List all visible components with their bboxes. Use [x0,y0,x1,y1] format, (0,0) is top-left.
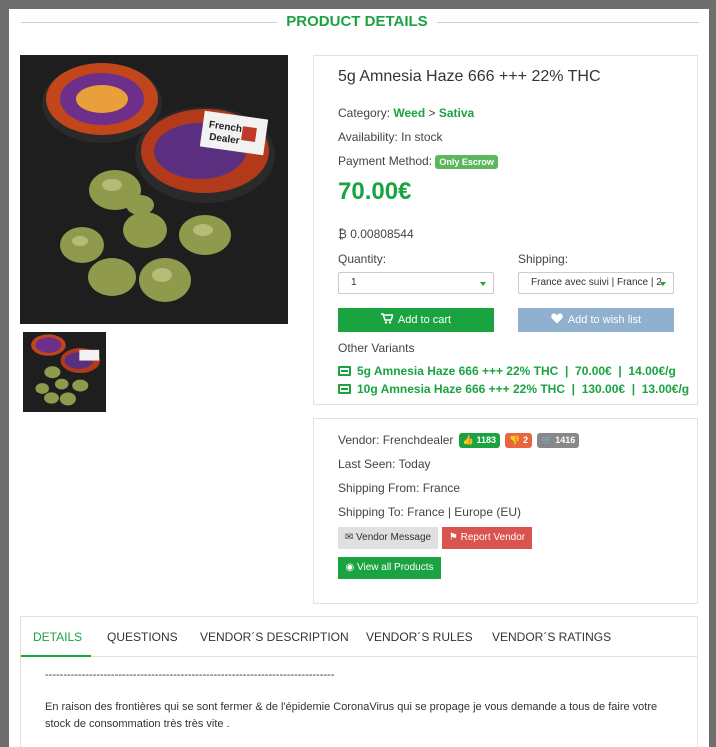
active-tab-indicator [21,655,91,657]
cart-icon: 🛒 [541,435,553,445]
last-seen: Last Seen: Today [338,457,431,471]
shipping-from: Shipping From: France [338,481,461,495]
quantity-label: Quantity: [338,252,387,266]
btc-price: 0.00808544 [350,227,414,241]
escrow-badge: Only Escrow [435,154,498,169]
shipping-value: France avec suivi | France | 2 [531,277,662,288]
description-line-1: En raison des frontières qui se sont fer… [45,701,658,713]
flag-icon: ⚑ [448,532,458,543]
vendor-panel: Vendor: Frenchdealer 👍 1183 👎 2 🛒 1416 L… [313,418,698,604]
tab-bar: DETAILS QUESTIONS VENDOR´S DESCRIPTION V… [21,617,697,657]
box-icon [338,366,351,376]
thumbs-up-icon: 👍 [462,435,474,445]
eye-icon: ◉ [345,562,355,573]
positive-count: 1183 [476,435,497,445]
category-row: Category: Weed > Sativa [338,106,474,120]
tab-vendors-ratings[interactable]: VENDOR´S RATINGS [492,630,611,644]
product-title: 5g Amnesia Haze 666 +++ 22% THC [338,68,601,85]
category-label: Category: [338,106,391,120]
variant-link-10g[interactable]: 10g Amnesia Haze 666 +++ 22% THC | 130.0… [338,382,689,396]
orders-count: 1416 [555,435,576,445]
tab-vendors-rules[interactable]: VENDOR´S RULES [366,630,473,644]
payment-label: Payment Method: [338,154,433,168]
cart-icon [380,313,395,324]
shipping-label: Shipping: [518,252,569,266]
product-thumbnail[interactable] [23,332,106,412]
negative-ratings-badge: 👎 2 [505,433,533,448]
add-to-cart-label: Add to cart [397,314,452,326]
negative-count: 2 [523,435,529,445]
category-sativa-link[interactable]: Sativa [439,106,474,120]
add-to-wishlist-button[interactable]: Add to wish list [518,308,674,332]
chevron-down-icon [660,282,666,286]
view-all-products-label: View all Products [356,562,434,573]
details-tabs: DETAILS QUESTIONS VENDOR´S DESCRIPTION V… [20,616,698,747]
add-to-wishlist-label: Add to wish list [567,314,642,326]
product-page: PRODUCT DETAILS French Dealer 5g Amnesia… [9,9,709,747]
bitcoin-icon: ₿ [338,227,347,241]
variant-text: 5g Amnesia Haze 666 +++ 22% THC | 70.00€… [357,364,676,378]
header-divider-right [437,22,699,23]
btc-price-row: ₿ 0.00808544 [338,227,414,241]
description-line-2: stock de consommation très très vite . [45,718,230,730]
positive-ratings-badge: 👍 1183 [458,433,501,448]
quantity-value: 1 [351,277,357,288]
availability: Availability: In stock [338,130,443,144]
product-photo: French Dealer [20,55,288,324]
tab-vendors-description[interactable]: VENDOR´S DESCRIPTION [200,630,349,644]
box-icon [338,384,351,394]
header-divider-left [21,22,277,23]
other-variants-label: Other Variants [338,341,415,355]
chevron-down-icon [480,282,486,286]
category-weed-link[interactable]: Weed [393,106,425,120]
orders-badge: 🛒 1416 [537,433,580,448]
category-separator: > [428,106,436,120]
price: 70.00€ [338,178,412,205]
tab-details[interactable]: DETAILS [33,630,82,644]
tab-questions[interactable]: QUESTIONS [107,630,178,644]
product-main-image[interactable]: French Dealer [20,55,288,324]
thumbnail-photo [23,332,106,412]
envelope-icon: ✉ [344,532,354,543]
shipping-to: Shipping To: France | Europe (EU) [338,505,521,519]
report-vendor-button[interactable]: ⚑ Report Vendor [442,527,532,549]
description-divider: ----------------------------------------… [45,669,335,681]
heart-icon [551,313,563,324]
page-title: PRODUCT DETAILS [286,13,428,30]
payment-row: Payment Method: Only Escrow [338,154,498,169]
add-to-cart-button[interactable]: Add to cart [338,308,494,332]
variant-text: 10g Amnesia Haze 666 +++ 22% THC | 130.0… [357,382,690,396]
variant-link-5g[interactable]: 5g Amnesia Haze 666 +++ 22% THC | 70.00€… [338,364,676,378]
shipping-select[interactable]: France avec suivi | France | 2 [518,272,674,294]
vendor-name[interactable]: Vendor: Frenchdealer [338,433,453,447]
quantity-select[interactable]: 1 [338,272,494,294]
vendor-row: Vendor: Frenchdealer 👍 1183 👎 2 🛒 1416 [338,433,580,448]
section-header: PRODUCT DETAILS [9,9,709,37]
vendor-message-label: Vendor Message [356,532,432,543]
view-all-products-button[interactable]: ◉ View all Products [338,557,441,579]
product-info-panel: 5g Amnesia Haze 666 +++ 22% THC Category… [313,55,698,405]
report-vendor-label: Report Vendor [460,532,526,543]
vendor-message-button[interactable]: ✉ Vendor Message [338,527,438,549]
thumbs-down-icon: 👎 [509,435,521,445]
